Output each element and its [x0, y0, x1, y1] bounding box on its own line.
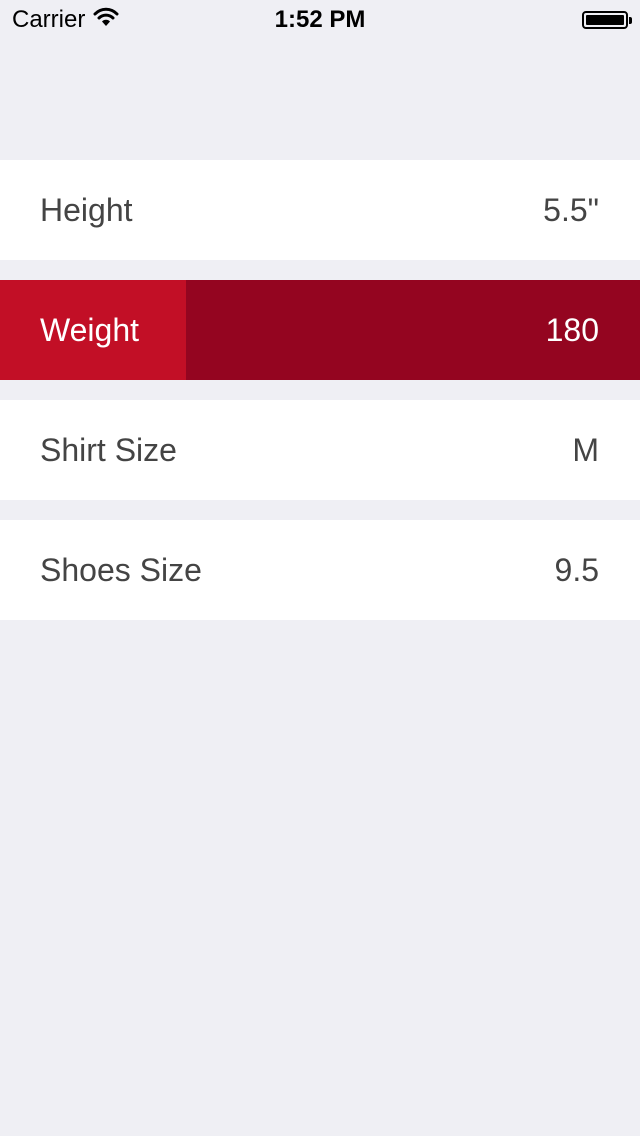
battery-icon [582, 11, 632, 29]
row-value: M [572, 432, 599, 468]
row-value: 180 [545, 312, 599, 348]
row-value: 9.5 [554, 552, 599, 588]
row-value: 5.5" [543, 192, 599, 228]
row-weight[interactable]: Weight 180 [0, 280, 640, 380]
row-shirt-size[interactable]: Shirt Size M [0, 400, 640, 500]
row-shoes-size[interactable]: Shoes Size 9.5 [0, 520, 640, 620]
settings-list: Height 5.5" Weight 180 Shirt Size M Shoe… [0, 160, 640, 640]
row-label: Shoes Size [40, 552, 202, 588]
status-time: 1:52 PM [274, 6, 366, 33]
battery-nub [629, 17, 632, 24]
row-height[interactable]: Height 5.5" [0, 160, 640, 260]
row-label: Shirt Size [40, 432, 177, 468]
status-bar: Carrier 1:52 PM [0, 0, 640, 40]
row-label: Height [40, 192, 133, 228]
row-label: Weight [40, 312, 140, 348]
battery-level [586, 15, 624, 25]
